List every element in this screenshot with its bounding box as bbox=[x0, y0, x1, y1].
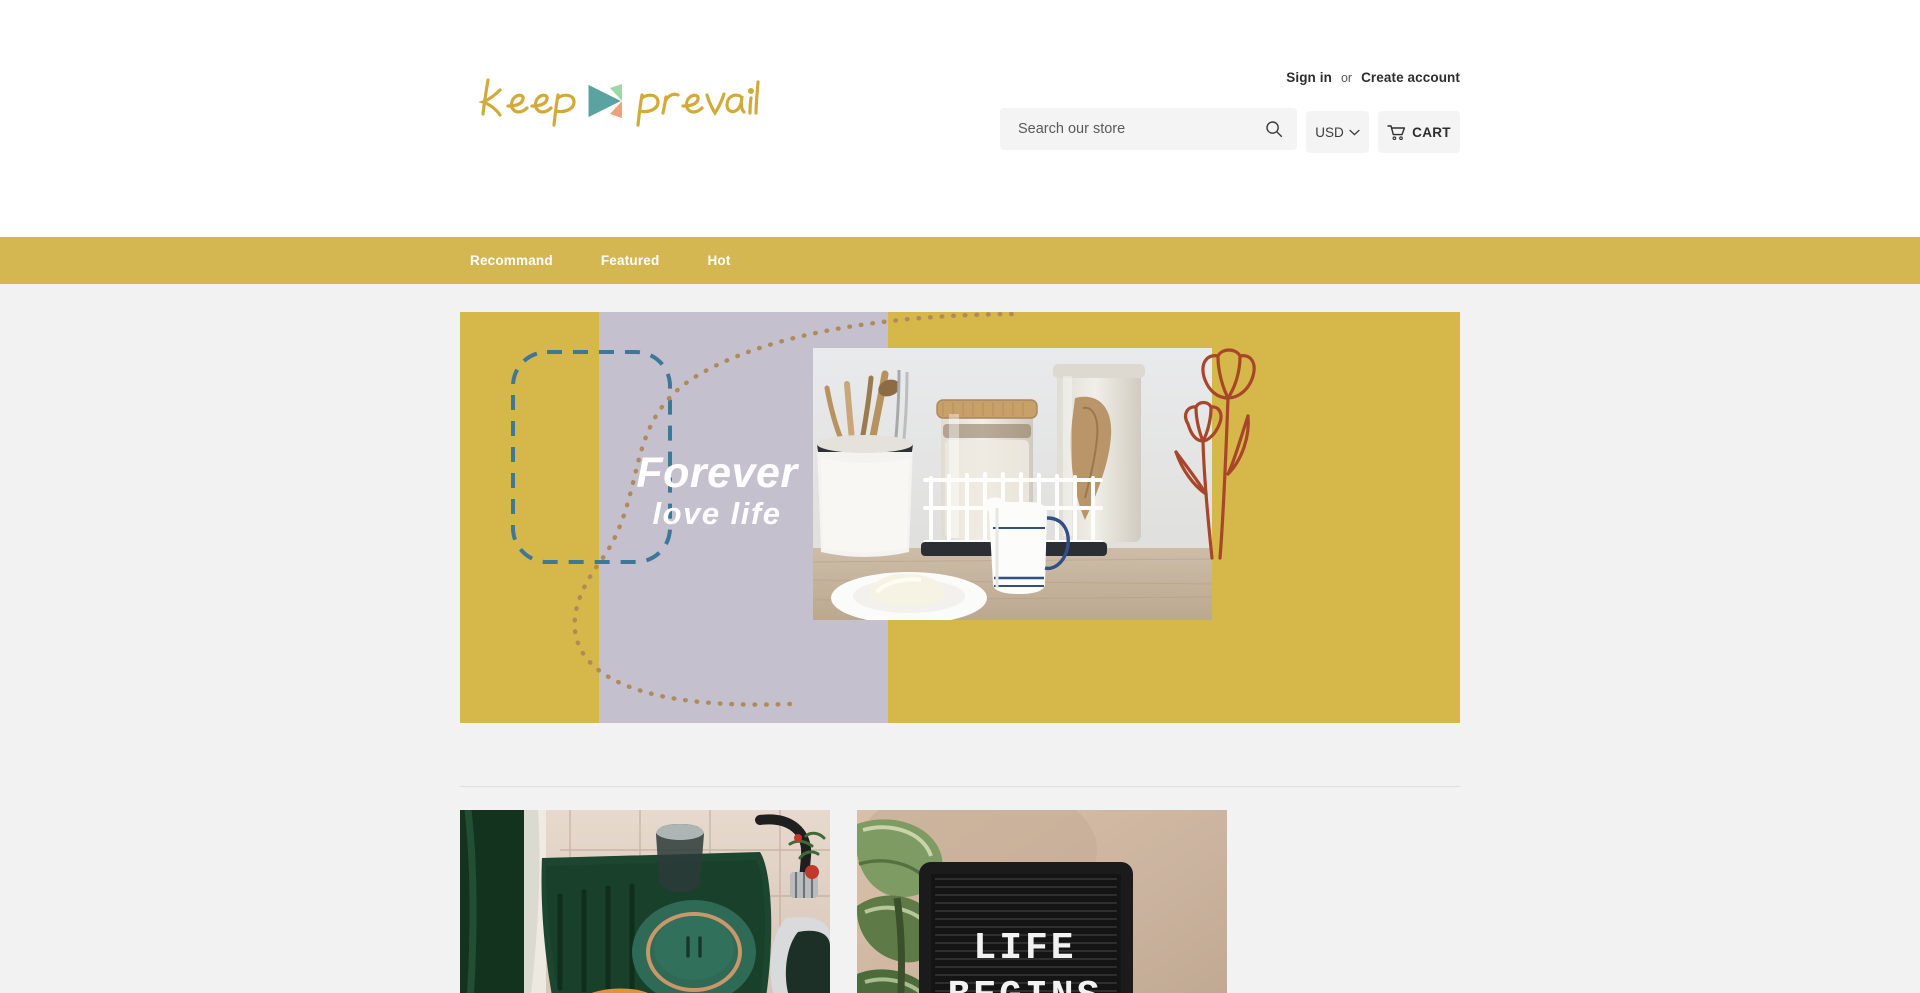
currency-value: USD bbox=[1315, 124, 1344, 140]
nav-item-hot[interactable]: Hot bbox=[707, 253, 730, 268]
svg-text:LIFE: LIFE bbox=[973, 927, 1076, 970]
product-image-letterboard: LIFE BEGINS AFTER bbox=[857, 810, 1227, 993]
product-grid: LIFE BEGINS AFTER bbox=[460, 787, 1460, 993]
nav-item-featured[interactable]: Featured bbox=[601, 253, 660, 268]
chevron-down-icon bbox=[1349, 129, 1360, 135]
shopping-cart-icon bbox=[1387, 124, 1406, 140]
product-card-letterboard[interactable]: LIFE BEGINS AFTER bbox=[857, 810, 1227, 993]
search-submit-button[interactable] bbox=[1263, 120, 1285, 138]
header-tools: USD CART bbox=[1000, 108, 1460, 153]
svg-text:BEGINS: BEGINS bbox=[948, 975, 1103, 993]
sign-in-link[interactable]: Sign in bbox=[1286, 70, 1332, 85]
main-content: Forever love life LIFE bbox=[460, 284, 1460, 993]
play-triangle-icon bbox=[587, 83, 624, 119]
hero-decorations bbox=[511, 312, 1256, 707]
hero-banner[interactable]: Forever love life bbox=[460, 312, 1460, 723]
logo-graphic bbox=[478, 78, 760, 127]
nav-item-recommand[interactable]: Recommand bbox=[470, 253, 553, 268]
cart-label: CART bbox=[1412, 124, 1451, 140]
site-logo[interactable] bbox=[470, 68, 760, 128]
cart-button[interactable]: CART bbox=[1378, 111, 1460, 153]
nav-inner: Recommand Featured Hot bbox=[460, 237, 1460, 284]
main-navigation: Recommand Featured Hot bbox=[0, 237, 1920, 284]
site-header: Sign in or Create account USD bbox=[0, 0, 1920, 237]
tulip-line-art-icon bbox=[1174, 348, 1256, 560]
dashed-rounded-rectangle bbox=[511, 350, 672, 564]
product-card-dishrack[interactable] bbox=[460, 810, 830, 993]
account-links: Sign in or Create account bbox=[1286, 70, 1460, 85]
account-separator: or bbox=[1340, 71, 1353, 85]
product-image-dishrack bbox=[460, 810, 830, 993]
search-box[interactable] bbox=[1000, 108, 1297, 150]
dotted-curve bbox=[572, 312, 1023, 707]
create-account-link[interactable]: Create account bbox=[1361, 70, 1460, 85]
header-inner: Sign in or Create account USD bbox=[460, 0, 1460, 237]
search-input[interactable] bbox=[1016, 120, 1263, 138]
currency-selector[interactable]: USD bbox=[1306, 111, 1369, 153]
search-icon bbox=[1266, 121, 1283, 138]
